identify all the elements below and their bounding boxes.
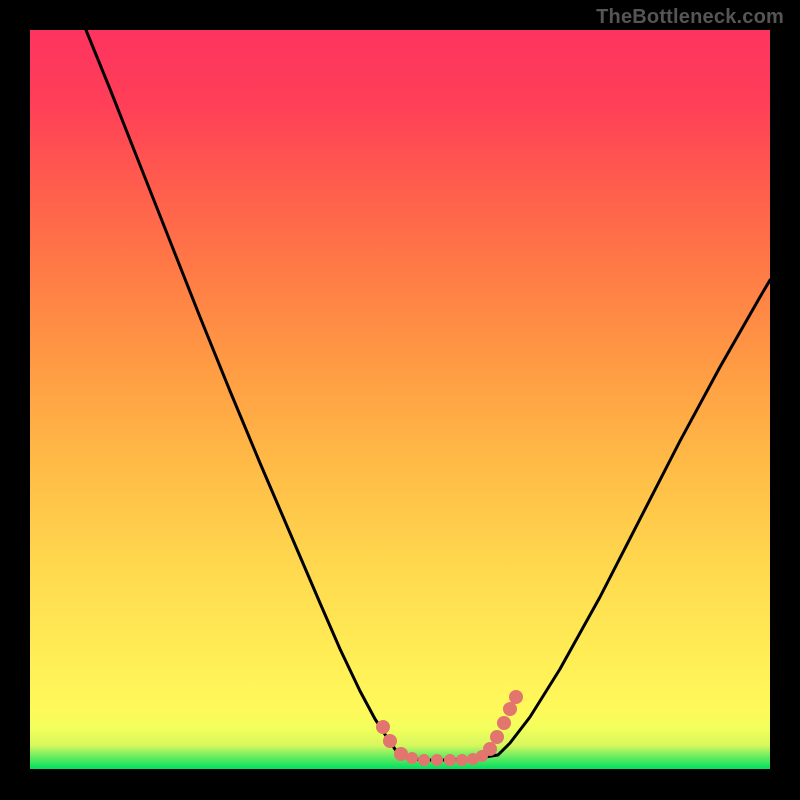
valley-marker-dot <box>497 716 511 730</box>
valley-marker-dot <box>503 702 517 716</box>
valley-marker-dot <box>509 690 523 704</box>
valley-marker-dot <box>406 752 418 764</box>
valley-marker-dot <box>444 754 456 766</box>
valley-marker-dot <box>490 730 504 744</box>
valley-marker-dot <box>456 754 468 766</box>
valley-markers <box>376 690 523 766</box>
bottleneck-curve <box>86 30 770 760</box>
curve-layer <box>30 30 770 769</box>
plot-frame <box>30 30 770 769</box>
watermark-text: TheBottleneck.com <box>596 6 784 29</box>
valley-marker-dot <box>483 742 497 756</box>
valley-marker-dot <box>376 720 390 734</box>
valley-marker-dot <box>431 754 443 766</box>
valley-marker-dot <box>383 734 397 748</box>
valley-marker-dot <box>418 754 430 766</box>
valley-marker-dot <box>394 747 408 761</box>
